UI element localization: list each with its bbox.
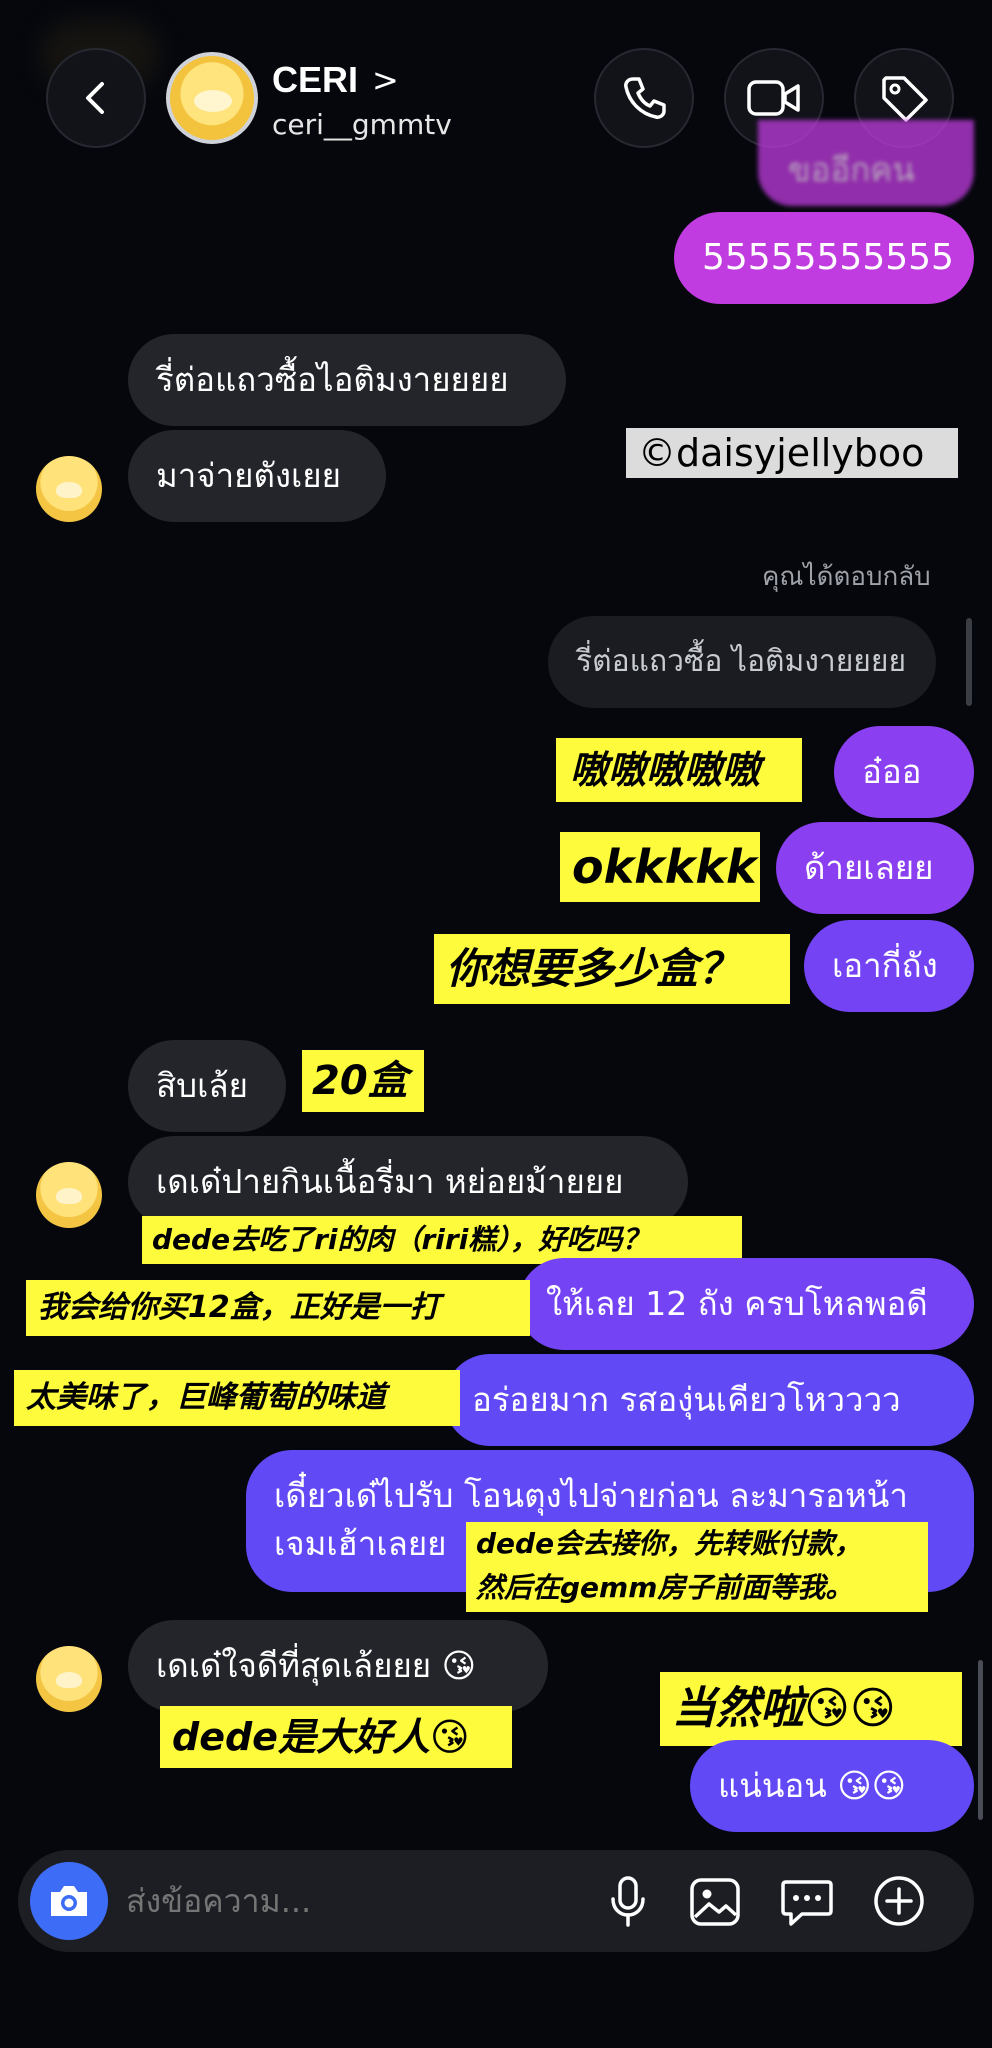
camera-icon [51, 1886, 87, 1916]
translation-note: 当然啦😘😘 [660, 1672, 962, 1746]
add-button[interactable] [868, 1870, 930, 1932]
mic-button[interactable] [598, 1872, 658, 1932]
quoted-message[interactable]: รี่ต่อแถวซื้อ ไอติมงายยยย [548, 616, 936, 708]
sender-avatar[interactable] [36, 1646, 102, 1712]
camera-button[interactable] [30, 1862, 108, 1940]
message-bubble-received[interactable]: เดเด๋ใจดีที่สุดเล้ยยย 😘 [128, 1620, 548, 1712]
watermark: ©daisyjellyboo [626, 428, 958, 478]
profile-name: CERI [272, 59, 359, 100]
profile-handle: ceri__gmmtv [272, 108, 452, 141]
scrollbar[interactable] [978, 1660, 983, 1820]
call-button[interactable] [594, 48, 694, 148]
message-bubble-sent[interactable]: แน่นอน 😘😘 [690, 1740, 974, 1832]
profile-avatar[interactable] [166, 52, 258, 144]
sticker-button[interactable] [776, 1872, 838, 1932]
translation-note: dede是大好人😘 [160, 1706, 512, 1768]
tag-icon [882, 76, 928, 122]
mic-icon [611, 1876, 645, 1927]
chevron-right-icon: > [372, 61, 399, 99]
message-bubble-sent[interactable]: ให้เลย 12 ถัง ครบโหลพอดี [518, 1258, 974, 1350]
message-bubble-sent[interactable]: อร่อยมาก รสองุ่นเคียวโหวววว [444, 1354, 974, 1446]
translation-note: okkkkk [560, 832, 760, 902]
translation-note: 我会给你买12盒，正好是一打 [26, 1280, 530, 1336]
translation-note: 太美味了，巨峰葡萄的味道 [14, 1370, 460, 1426]
phone-icon [624, 77, 666, 119]
reply-label: คุณได้ตอบกลับ [762, 562, 931, 592]
back-icon [86, 82, 104, 114]
profile-name-row[interactable]: CERI > [272, 58, 399, 102]
message-bubble-sent[interactable]: ด้ายเลยย [776, 822, 974, 914]
translation-note: 你想要多少盒？ [434, 934, 790, 1004]
translation-note: 嗷嗷嗷嗷嗷 [556, 738, 802, 802]
back-button[interactable] [46, 48, 146, 148]
reply-bar [966, 618, 972, 706]
avatar-face [194, 90, 232, 112]
message-bubble-received[interactable]: มาจ่ายตังเยย [128, 430, 386, 522]
plus-icon [874, 1876, 924, 1926]
translation-note: dede会去接你，先转账付款， 然后在gemm房子前面等我。 [466, 1522, 928, 1612]
message-bubble-received[interactable]: รี่ต่อแถวซื้อไอติมงายยยย [128, 334, 566, 426]
video-icon [747, 80, 800, 116]
message-bubble-sent[interactable]: อ๋ออ [834, 726, 974, 818]
message-bubble-sent[interactable]: 55555555555 [674, 212, 974, 304]
translation-note: 20盒 [302, 1050, 424, 1112]
message-bubble-received[interactable]: เดเด๋ปายกินเนื้อรี่มา หย่อยม้ายยย [128, 1136, 688, 1228]
gallery-button[interactable] [684, 1872, 746, 1932]
message-bubble-sent[interactable]: เอากี่ถัง [804, 920, 974, 1012]
translation-note: dede去吃了ri的肉（riri糕），好吃吗？ [142, 1216, 742, 1264]
sender-avatar[interactable] [36, 456, 102, 522]
message-bubble-received[interactable]: สิบเล้ย [128, 1040, 286, 1132]
sender-avatar[interactable] [36, 1162, 102, 1228]
sticker-icon [781, 1880, 833, 1926]
message-input[interactable] [124, 1870, 594, 1932]
message-bubble-partial[interactable]: ขออีกคน [758, 120, 974, 206]
image-icon [690, 1878, 740, 1926]
